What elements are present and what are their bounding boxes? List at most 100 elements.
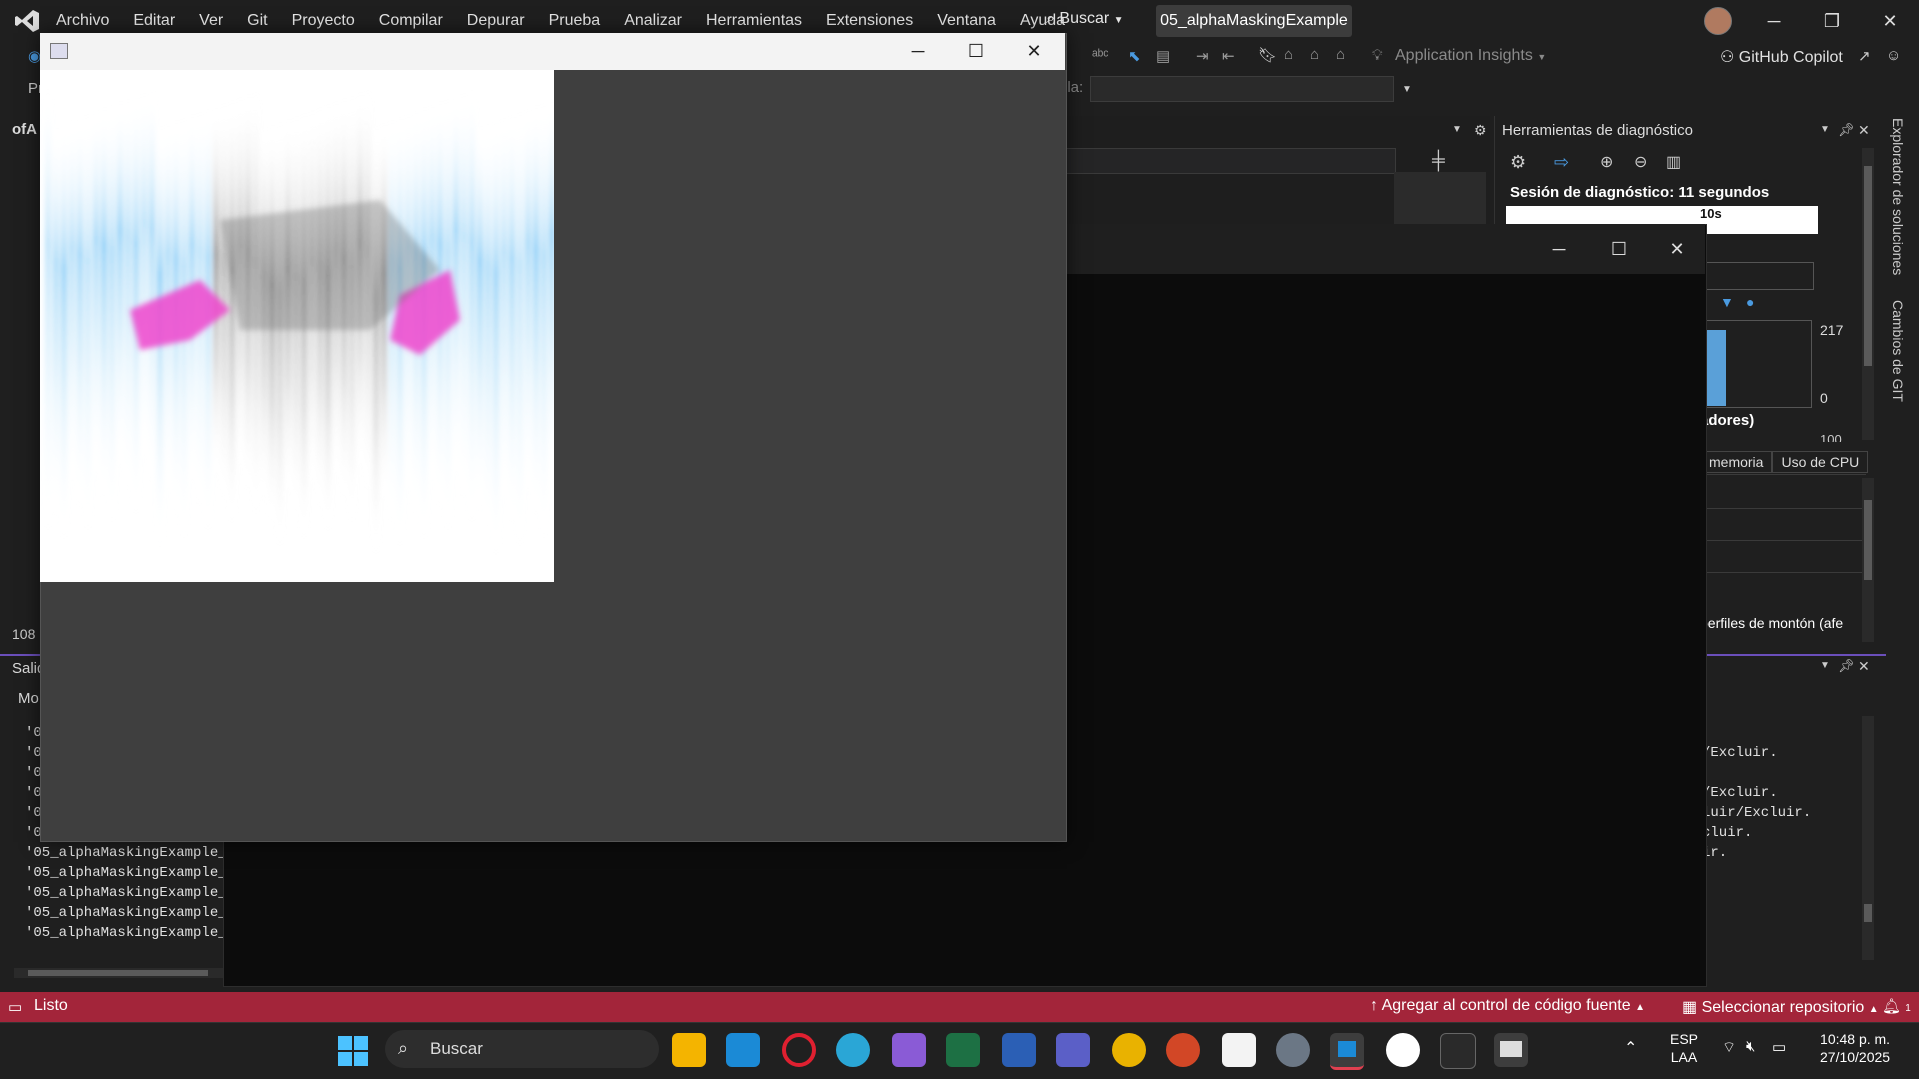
diagnostic-scrollbar[interactable] [1862,148,1874,440]
tab-solution-explorer[interactable]: Explorador de soluciones [1890,118,1906,275]
lightbulb-icon[interactable]: 💡︎ [1372,47,1383,64]
share-icon[interactable]: ↗ [1858,47,1871,65]
word-icon[interactable] [1002,1033,1036,1067]
opera-icon[interactable] [782,1033,816,1067]
settings-icon[interactable]: ⚙ [1510,152,1526,173]
visual-studio-icon[interactable] [892,1033,926,1067]
excel-icon[interactable] [946,1033,980,1067]
zoom-in-icon[interactable]: ⊕ [1600,152,1613,172]
chevron-down-icon[interactable]: ▼ [1452,124,1462,135]
close-button[interactable]: ✕ [1866,6,1914,36]
tab-memoria[interactable]: memoria [1700,451,1773,473]
console-minimize-button[interactable]: ─ [1536,232,1582,266]
clock[interactable]: 10:48 p. m. 27/10/2025 [1820,1030,1890,1066]
menu-item-analizar[interactable]: Analizar [612,10,694,32]
menu-item-prueba[interactable]: Prueba [537,10,613,32]
gear-icon[interactable]: ⚙ [1474,122,1487,139]
maximize-button[interactable]: ❐ [1808,6,1856,36]
feedback-icon[interactable]: ☺ [1886,47,1901,64]
chevron-down-icon[interactable]: ▼ [1820,660,1830,671]
zoom-level[interactable]: 108 [12,626,35,642]
indent-icon[interactable]: ⇥ [1196,47,1209,65]
console-maximize-button[interactable]: ☐ [1596,232,1642,266]
diagnostic-filter-input[interactable] [1706,262,1814,290]
vscode-icon[interactable] [726,1033,760,1067]
visual-studio-logo-icon[interactable] [14,8,40,34]
add-source-control-button[interactable]: ↑ Agregar al control de código fuente ▲ [1370,997,1645,1015]
app-close-button[interactable]: ✕ [1008,36,1060,66]
menu-item-archivo[interactable]: Archivo [44,10,121,32]
output-hscroll[interactable] [14,968,224,978]
menu-item-proyecto[interactable]: Proyecto [280,10,367,32]
windows-start-icon[interactable] [338,1036,368,1066]
menu-item-ventana[interactable]: Ventana [925,10,1008,32]
openframeworks-icon[interactable] [1386,1033,1420,1067]
select-repository-button[interactable]: ▦ Seleccionar repositorio ▲ [1682,997,1879,1017]
pointer-icon[interactable]: ⬉ [1128,47,1141,65]
avatar[interactable] [1704,7,1732,35]
tab-git-changes[interactable]: Cambios de GIT [1890,300,1906,402]
application-insights-button[interactable]: Application Insights ▼ [1395,47,1546,65]
zoom-out-icon[interactable]: ⊖ [1634,152,1647,172]
battery-icon[interactable]: ▭ [1772,1038,1786,1056]
menu-item-compilar[interactable]: Compilar [367,10,455,32]
pin-icon[interactable]: 📌︎ [1838,658,1855,674]
volume-muted-icon[interactable]: 🔇︎ [1746,1038,1755,1055]
menu-item-depurar[interactable]: Depurar [455,10,537,32]
toolbar-overflow-icon[interactable]: ▼ [1402,84,1412,95]
store-icon[interactable] [1222,1033,1256,1067]
filter-triangle-icon[interactable]: ▼ [1720,294,1734,310]
powerpoint-icon[interactable] [1166,1033,1200,1067]
menu-item-herramientas[interactable]: Herramientas [694,10,814,32]
tab-cpu[interactable]: Uso de CPU [1772,451,1869,473]
chevron-down-icon[interactable]: ▼ [1820,124,1830,135]
search-label: Buscar [1059,10,1110,27]
clear-bookmarks-icon[interactable]: ⌂ [1336,46,1345,63]
close-icon[interactable]: ✕ [1858,658,1870,675]
menu-item-extensiones[interactable]: Extensiones [814,10,925,32]
wifi-icon[interactable]: ⌔ [1722,1038,1736,1057]
output-scrollbar-right[interactable] [1862,716,1874,960]
prev-bookmark-icon[interactable]: ⌂ [1284,46,1293,63]
input-language[interactable]: ESP LAA [1670,1030,1698,1066]
alpha-masking-canvas[interactable] [40,70,554,582]
taskbar-search[interactable] [385,1030,659,1068]
app-minimize-button[interactable]: ─ [892,36,944,66]
app-maximize-button[interactable]: ☐ [950,36,1002,66]
minimize-button[interactable]: ─ [1750,6,1798,36]
pin-icon[interactable]: 📌︎ [1838,122,1855,138]
active-app-icon[interactable] [1330,1033,1364,1070]
output-line: '05_alphaMaskingExample_d [25,865,236,881]
teams-icon[interactable] [1056,1033,1090,1067]
menu-item-git[interactable]: Git [235,10,279,32]
chrome-icon[interactable] [1112,1033,1146,1067]
github-copilot-button[interactable]: ⚇ GitHub Copilot [1720,47,1843,67]
spellcheck-icon[interactable]: ᵃᵇᶜ [1092,47,1109,64]
panel-tab[interactable]: ofA [12,121,37,138]
chevron-up-icon[interactable]: ⌃ [1624,1038,1637,1058]
search-button[interactable]: ⌕ Buscar ▼ [1046,10,1124,28]
app-window-taskbar-icon[interactable] [1494,1033,1528,1067]
bookmark-icon[interactable]: 🔖︎ [1258,46,1277,64]
edge-icon[interactable] [836,1033,870,1067]
menu-item-editar[interactable]: Editar [121,10,187,32]
terminal-icon[interactable] [1440,1033,1476,1069]
split-icon[interactable]: ╪ [1432,150,1445,171]
diagnostic-scrollbar-lower[interactable] [1862,478,1874,642]
close-icon[interactable]: ✕ [1858,122,1870,139]
menu-item-ver[interactable]: Ver [187,10,235,32]
console-close-button[interactable]: ✕ [1654,232,1700,266]
notifications-button[interactable]: 🔔︎ 1 [1882,997,1911,1015]
next-bookmark-icon[interactable]: ⌂ [1310,46,1319,63]
export-icon[interactable]: ⇨ [1554,152,1569,173]
chart-icon[interactable]: ▥ [1666,152,1681,172]
minimap[interactable] [1394,172,1486,224]
target-combo[interactable] [1090,76,1394,102]
settings-icon[interactable] [1276,1033,1310,1067]
layout-icon[interactable]: ▤ [1156,47,1170,65]
snapshot-dot-icon[interactable]: ● [1746,294,1754,310]
file-explorer-icon[interactable] [672,1033,706,1067]
outdent-icon[interactable]: ⇤ [1222,47,1235,65]
member-dropdown[interactable] [1064,148,1396,174]
output-line: cluir. [1702,825,1753,841]
